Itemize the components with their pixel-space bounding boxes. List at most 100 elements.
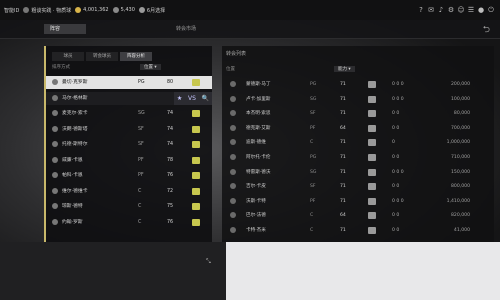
player-price: 800,000 (451, 184, 470, 190)
chemistry-dots: 0 (392, 140, 395, 146)
squad-row[interactable]: 马尔·格林斯 ★ VS 🔍 (46, 91, 212, 105)
player-position: SG (310, 169, 317, 175)
favorite-icon[interactable]: ★ (177, 92, 182, 105)
club-name: 智能ID (4, 7, 20, 14)
squad-subtabs: 球员 转会球员 阵容分析 (52, 52, 154, 61)
squad-row[interactable]: 麦克尔·索卡 SG 74 (46, 107, 212, 120)
player-name: 马尔·格林斯 (62, 95, 88, 101)
chemistry-dots: 0 0 0 (392, 169, 404, 175)
chemistry-dots: 0 0 0 (392, 198, 404, 204)
player-position: PF (138, 173, 144, 178)
points-display: 5,430 (112, 7, 135, 13)
exit-icon[interactable]: ⏻ (486, 6, 496, 15)
coin-icon (75, 7, 82, 13)
player-icon (52, 156, 58, 163)
chemistry-dots: 0 0 (392, 125, 400, 131)
profile-icon[interactable]: ● (476, 6, 486, 14)
card-badge-icon (368, 139, 376, 147)
player-rating: 75 (167, 204, 174, 209)
friends-icon[interactable]: ☺ (456, 6, 466, 14)
squad-row[interactable]: 威廉·卡恩 PF 78 (46, 154, 212, 167)
transfer-row[interactable]: 阿尔托·卡伦 PG 71 0 0 710,000 (222, 151, 494, 164)
transfer-row[interactable]: 迪斯·德维 C 71 0 1,000,000 (222, 136, 494, 149)
player-rating: 78 (167, 157, 174, 163)
player-icon (52, 187, 58, 194)
player-position: PF (310, 125, 316, 131)
player-price: 1,000,000 (446, 140, 470, 146)
squad-row[interactable]: 维尔·德维卡 C 72 (46, 185, 212, 198)
tab-squad[interactable]: 阵容 (44, 24, 86, 34)
card-badge-icon (368, 154, 376, 161)
compare-button[interactable]: VS (188, 92, 196, 105)
squad-row[interactable]: 琼斯·德特 C 75 (46, 200, 212, 213)
player-rating: 71 (340, 169, 346, 175)
squad-row[interactable]: 曼切·克罗斯 PG 80 (46, 76, 212, 89)
player-rating: 64 (340, 125, 346, 131)
player-name: 卢卡·加里斯 (246, 96, 271, 102)
squad-row[interactable]: 托德·斯特尔 SF 74 (46, 138, 212, 151)
player-rating: 74 (167, 111, 174, 116)
notification-icon[interactable]: ♪ (436, 6, 446, 14)
subtab-players[interactable]: 球员 (52, 52, 84, 61)
player-price: 150,000 (451, 169, 470, 175)
menu-icon[interactable]: ☰ (466, 6, 476, 14)
top-right-icons: ? ✉ ♪ ⚙ ☺ ☰ ● ⏻ (416, 0, 496, 20)
transfer-row[interactable]: 沃斯·卡特 PF 71 0 0 0 1,410,000 (222, 195, 494, 208)
transfer-row[interactable]: 本杰明·索思 SF 71 0 0 80,000 (222, 107, 494, 120)
player-price: 700,000 (451, 125, 470, 131)
squad-panel: 球员 转会球员 阵容分析 排序方式 位置 ▾ 曼切·克罗斯 PG 80 马尔·格林斯 ★… (44, 46, 212, 242)
card-badge-icon (192, 110, 200, 117)
mail-icon[interactable]: ✉ (426, 6, 436, 14)
transfer-row[interactable]: 卢卡·加里斯 SG 71 0 0 0 100,000 (222, 93, 494, 106)
subtab-transfer-players[interactable]: 转会球员 (86, 52, 118, 61)
help-icon[interactable]: ? (416, 6, 426, 14)
player-rating: 76 (167, 173, 174, 178)
player-position: C (138, 204, 142, 209)
sort-dropdown[interactable]: 位置 ▾ (140, 64, 161, 70)
player-rating: 71 (340, 82, 346, 87)
squad-name[interactable]: 6月选择 (138, 7, 165, 14)
player-rating: 71 (340, 184, 346, 190)
player-icon (230, 110, 236, 117)
card-badge-icon (368, 168, 376, 176)
player-rating: 64 (340, 213, 346, 219)
search-icon[interactable]: 🔍 (202, 92, 209, 105)
resize-handle-icon[interactable]: ⤡ (206, 258, 211, 266)
player-name: 卡特·杰米 (246, 228, 266, 233)
player-rating: 74 (167, 126, 174, 132)
subtab-analysis[interactable]: 阵容分析 (120, 52, 152, 61)
row-actions: ★ VS 🔍 (174, 91, 212, 105)
transfer-row[interactable]: 卡特·杰米 C 71 0 0 41,000 (222, 224, 494, 237)
player-price: 820,000 (451, 213, 470, 219)
chemistry-dots: 0 0 (392, 228, 400, 233)
transfer-row[interactable]: 巴尔·法德 C 64 0 0 820,000 (222, 209, 494, 222)
player-name: 本杰明·索思 (246, 111, 271, 117)
player-name: 威廉·卡恩 (62, 157, 83, 163)
gear-icon[interactable]: ⚙ (446, 6, 456, 14)
player-position: SF (310, 184, 316, 190)
player-price: 1,410,000 (446, 198, 470, 204)
back-icon[interactable]: ⮌ (483, 22, 490, 38)
chemistry-dots: 0 0 (392, 184, 400, 190)
player-icon (230, 154, 236, 160)
player-icon (52, 203, 58, 209)
transfer-row[interactable]: 特雷斯·德沃 SG 71 0 0 0 150,000 (222, 166, 494, 179)
player-position: SF (310, 111, 316, 117)
player-rating: 71 (340, 111, 346, 117)
transfer-row[interactable]: 蒙德斯·马丁 PG 71 0 0 0 200,000 (222, 78, 494, 91)
player-rating: 74 (167, 142, 174, 147)
level-text: 粗谈实践 · 物质球 (23, 7, 71, 14)
transfer-row[interactable]: 吉尔·卡皮 SF 71 0 0 800,000 (222, 180, 494, 193)
squad-row[interactable]: 约翰·罗斯 C 76 (46, 216, 212, 229)
top-status-bar: 智能ID 粗谈实践 · 物质球 4,001,362 5,430 6月选择 ? ✉… (0, 0, 500, 20)
player-icon (230, 168, 236, 175)
player-icon (230, 124, 236, 131)
squad-row[interactable]: 帕科·卡恩 PF 76 (46, 169, 212, 182)
card-badge-icon (192, 172, 200, 179)
squad-row[interactable]: 沃朗·德斯塔 SF 74 (46, 123, 212, 136)
transfer-sort-dropdown[interactable]: 能力 ▾ (334, 66, 355, 72)
transfer-row[interactable]: 德克斯·艾斯 PF 64 0 0 700,000 (222, 122, 494, 135)
player-name: 维尔·德维卡 (62, 188, 88, 194)
chemistry-dots: 0 0 0 (392, 96, 404, 102)
tab-transfer[interactable]: 转会市场 (170, 24, 212, 34)
